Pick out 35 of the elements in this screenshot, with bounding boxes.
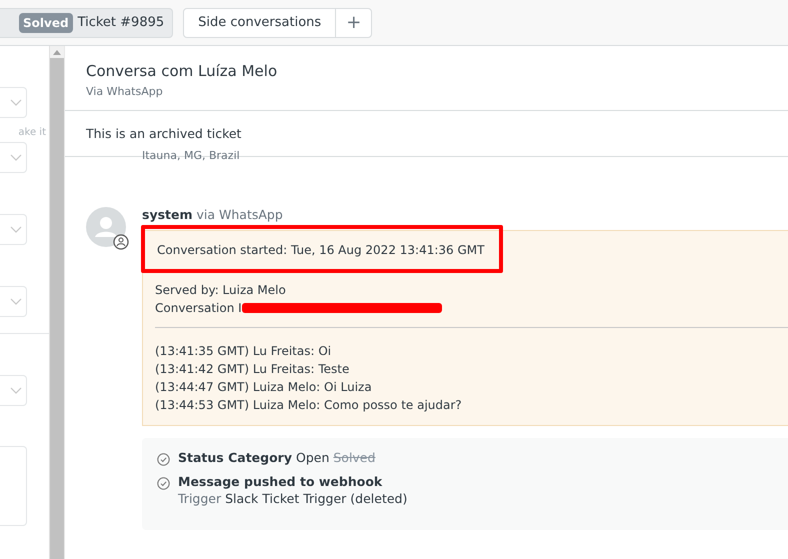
chat-line: (13:44:47 GMT) Luiza Melo: Oi Luiza bbox=[155, 379, 373, 396]
dropdown-field[interactable] bbox=[0, 214, 27, 245]
chevron-icon bbox=[10, 298, 22, 306]
status-badge: Solved bbox=[19, 12, 73, 32]
ticket-label: Ticket #9895 bbox=[78, 15, 164, 30]
chevron-icon bbox=[10, 154, 22, 162]
conversation-started: Conversation started: Tue, 16 Aug 2022 13:41:36 GMT bbox=[157, 243, 484, 257]
dropdown-field[interactable] bbox=[0, 286, 27, 317]
conversation-title: Conversa com Luíza Melo bbox=[86, 62, 278, 80]
ticket-tab[interactable]: Solved Ticket #9895 bbox=[0, 8, 174, 38]
chevron-icon bbox=[10, 386, 22, 394]
location-text: Itauna, MG, Brazil bbox=[142, 151, 241, 163]
channel-label: Via WhatsApp bbox=[86, 85, 164, 98]
chat-line: (13:44:53 GMT) Luiza Melo: Como posso te ajudar? bbox=[155, 397, 463, 414]
hint-text: ake it bbox=[18, 127, 46, 138]
text-area[interactable] bbox=[0, 446, 27, 526]
add-button[interactable]: + bbox=[335, 8, 372, 36]
scrollbar[interactable] bbox=[50, 46, 65, 559]
event-text: Status Category Open Solved bbox=[178, 450, 376, 465]
conversation-id: Conversation I bbox=[155, 300, 242, 317]
served-by: Served by: Luiza Melo bbox=[155, 282, 287, 299]
chat-line: (13:41:35 GMT) Lu Freitas: Oi bbox=[155, 343, 332, 360]
message-author: system via WhatsApp bbox=[142, 207, 284, 222]
check-circle-icon bbox=[157, 477, 170, 490]
dropdown-field[interactable] bbox=[0, 375, 27, 406]
event-detail: Trigger Slack Ticket Trigger (deleted) bbox=[178, 491, 408, 506]
check-circle-icon bbox=[157, 453, 170, 466]
dropdown-field[interactable] bbox=[0, 142, 27, 173]
scroll-up-icon[interactable] bbox=[53, 50, 61, 55]
side-conversations-button[interactable]: Side conversations bbox=[184, 8, 336, 36]
chevron-icon bbox=[10, 98, 22, 106]
event-title: Message pushed to webhook bbox=[178, 474, 384, 489]
dropdown-field[interactable] bbox=[0, 87, 27, 118]
chat-line: (13:41:42 GMT) Lu Freitas: Teste bbox=[155, 361, 350, 378]
chevron-icon bbox=[10, 226, 22, 234]
